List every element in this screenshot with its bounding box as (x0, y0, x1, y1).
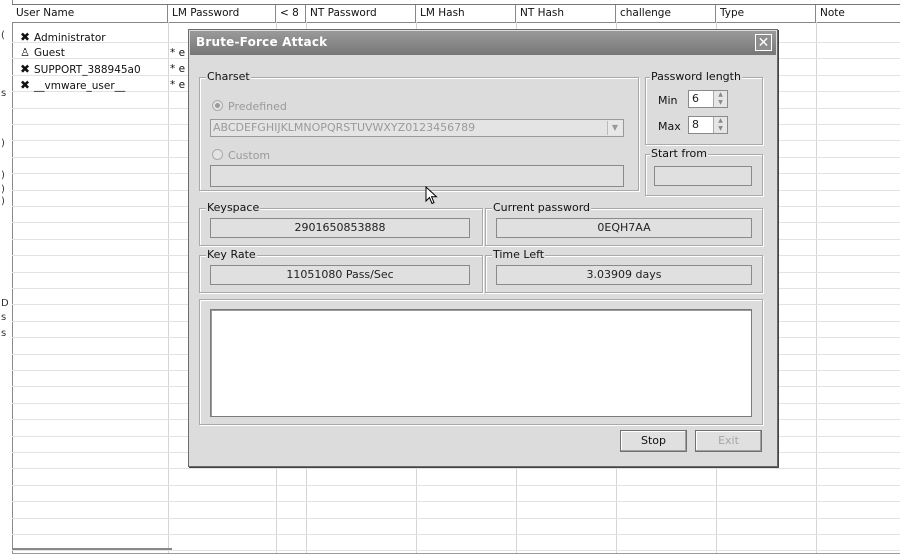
column-header-challenge[interactable]: challenge (616, 5, 716, 22)
chevron-down-icon[interactable]: ▼ (714, 125, 727, 133)
edge-char: ) (1, 170, 5, 181)
custom-charset-input[interactable] (210, 165, 624, 187)
chevron-up-icon[interactable]: ▲ (714, 91, 727, 99)
stepper-buttons[interactable]: ▲ ▼ (713, 117, 727, 133)
predefined-label: Predefined (228, 100, 287, 113)
column-header-user-name[interactable]: User Name (12, 5, 168, 22)
lm-password-cell: * e (170, 79, 186, 91)
start-from-input[interactable] (654, 166, 752, 186)
grid-row-line (12, 501, 900, 502)
time-left-label: Time Left (492, 248, 546, 261)
column-header-less-than-8[interactable]: < 8 (276, 5, 306, 22)
time-left-value: 3.03909 days (496, 265, 752, 285)
grid-header: User Name LM Password < 8 NT Password LM… (12, 5, 900, 23)
password-length-label: Password length (650, 70, 742, 83)
column-header-type[interactable]: Type (716, 5, 816, 22)
stop-button[interactable]: Stop (620, 430, 687, 452)
dialog-titlebar[interactable]: Brute-Force Attack ✕ (190, 31, 776, 55)
column-header-nt-password[interactable]: NT Password (306, 5, 416, 22)
stepper-buttons[interactable]: ▲ ▼ (713, 91, 727, 107)
time-left-group: Time Left 3.03909 days (485, 248, 763, 293)
output-group (199, 299, 763, 425)
lm-password-cell: * e (170, 47, 186, 59)
brute-force-dialog: Brute-Force Attack ✕ Charset Predefined … (188, 29, 778, 467)
x-icon: ✖ (19, 30, 31, 44)
min-label: Min (658, 94, 678, 107)
user-name: SUPPORT_388945a0 (34, 64, 141, 76)
max-length-stepper[interactable]: 8 ▲ ▼ (688, 116, 728, 134)
user-name-cell: ✖ SUPPORT_388945a0 (18, 61, 141, 78)
column-header-lm-hash[interactable]: LM Hash (416, 5, 516, 22)
grid-row-line (12, 485, 900, 486)
scrollbar-hint (12, 548, 172, 550)
user-name: Guest (34, 47, 65, 59)
user-name: Administrator (34, 32, 106, 44)
key-rate-group: Key Rate 11051080 Pass/Sec (199, 248, 483, 293)
lm-password-cell: * e (170, 63, 186, 75)
keyspace-group: Keyspace 2901650853888 (199, 201, 483, 246)
user-name-cell: ✖ __vmware_user__ (18, 77, 125, 94)
column-header-note[interactable]: Note (816, 5, 900, 22)
radio-dot (212, 149, 223, 160)
charset-select-value: ABCDEFGHIJKLMNOPQRSTUVWXYZ0123456789 (213, 121, 476, 134)
edge-char: s (1, 312, 7, 323)
key-rate-label: Key Rate (206, 248, 257, 261)
edge-char: s (1, 328, 7, 339)
custom-label: Custom (228, 149, 271, 162)
chevron-up-icon[interactable]: ▲ (714, 117, 727, 125)
radio-dot (212, 100, 223, 111)
current-password-group: Current password 0EQH7AA (485, 201, 763, 246)
min-value: 6 (692, 92, 699, 105)
chevron-down-icon[interactable]: ▼ (714, 99, 727, 107)
edge-char: D (1, 298, 9, 309)
max-label: Max (658, 120, 681, 133)
min-length-stepper[interactable]: 6 ▲ ▼ (688, 90, 728, 108)
start-from-label: Start from (650, 147, 708, 160)
grid-row-line (12, 518, 900, 519)
edge-char: ) (1, 184, 5, 195)
user-name: __vmware_user__ (34, 80, 126, 92)
mouse-pointer-icon (425, 186, 438, 205)
grid-row-line (12, 534, 900, 535)
chevron-down-icon[interactable]: ▼ (607, 121, 622, 135)
column-header-nt-hash[interactable]: NT Hash (516, 5, 616, 22)
edge-char: s (1, 88, 7, 99)
user-name-cell: ✖ Administrator (18, 29, 106, 46)
exit-button[interactable]: Exit (695, 430, 762, 452)
keyspace-value: 2901650853888 (210, 218, 470, 238)
charset-label: Charset (206, 70, 251, 83)
charset-group: Charset Predefined ABCDEFGHIJKLMNOPQRSTU… (199, 70, 639, 191)
edge-char: ( (1, 30, 5, 41)
close-icon[interactable]: ✕ (755, 34, 772, 51)
custom-radio[interactable]: Custom (212, 149, 270, 162)
x-icon: ✖ (19, 62, 31, 76)
user-name-cell: ♙ Guest (18, 45, 65, 61)
charset-select[interactable]: ABCDEFGHIJKLMNOPQRSTUVWXYZ0123456789 ▼ (210, 119, 624, 137)
dialog-title: Brute-Force Attack (196, 35, 328, 49)
x-icon: ✖ (19, 78, 31, 92)
column-header-lm-password[interactable]: LM Password (168, 5, 276, 22)
output-log[interactable] (210, 309, 752, 417)
current-password-label: Current password (492, 201, 592, 214)
edge-char: ) (1, 138, 5, 149)
start-from-group: Start from (645, 147, 763, 196)
keyspace-label: Keyspace (206, 201, 261, 214)
password-length-group: Password length Min 6 ▲ ▼ Max 8 ▲ ▼ (645, 70, 763, 145)
user-icon: ♙ (20, 46, 30, 59)
key-rate-value: 11051080 Pass/Sec (210, 265, 470, 285)
grid-row-line (12, 550, 900, 551)
predefined-radio[interactable]: Predefined (212, 100, 287, 113)
current-password-value: 0EQH7AA (496, 218, 752, 238)
edge-char: ) (1, 196, 5, 207)
max-value: 8 (692, 118, 699, 131)
grid-row-line (12, 468, 900, 469)
